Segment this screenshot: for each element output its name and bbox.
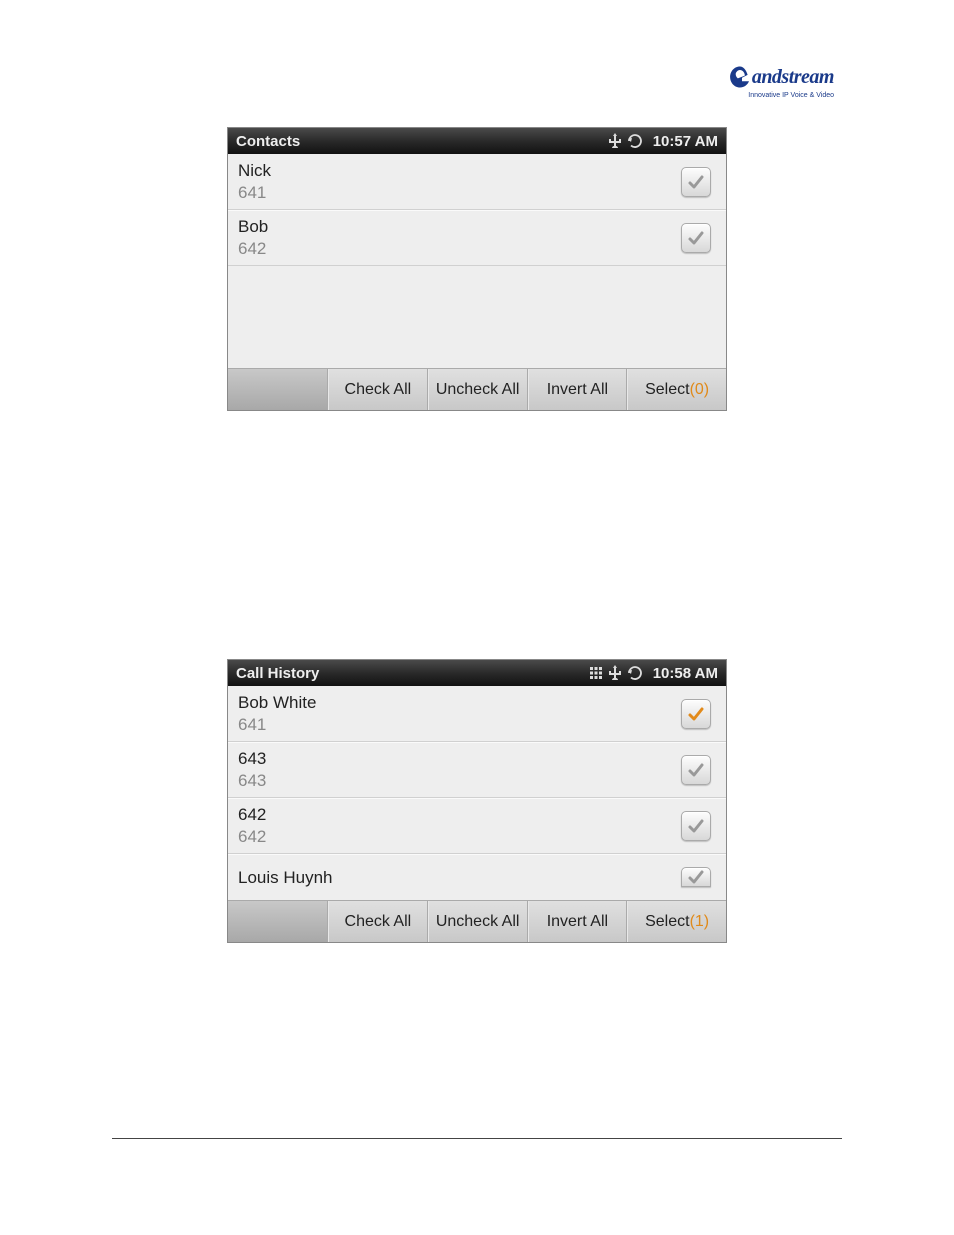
list-item[interactable]: Louis Huynh: [228, 854, 726, 900]
refresh-icon: [627, 665, 643, 681]
call-name: 642: [238, 805, 676, 825]
toolbar-spacer: [228, 901, 328, 942]
status-bar: Contacts 10:57 AM: [228, 128, 726, 154]
check-icon: [686, 228, 706, 248]
select-button[interactable]: Select(1): [627, 901, 726, 942]
list-item[interactable]: Bob 642: [228, 210, 726, 266]
check-icon: [686, 816, 706, 836]
contacts-list[interactable]: Nick 641 Bob 642: [228, 154, 726, 368]
grandstream-logo: andstream Innovative IP Voice & Video: [728, 60, 834, 99]
select-label: Select: [645, 381, 689, 398]
screen-title: Call History: [236, 665, 589, 682]
page-footer-divider: [112, 1138, 842, 1139]
check-icon: [686, 704, 706, 724]
check-all-button[interactable]: Check All: [328, 369, 428, 410]
call-number: 643: [238, 771, 676, 791]
contact-number: 642: [238, 239, 676, 259]
select-button[interactable]: Select(0): [627, 369, 726, 410]
check-icon: [686, 760, 706, 780]
select-count: (0): [690, 381, 710, 398]
call-checkbox[interactable]: [681, 699, 711, 729]
refresh-icon: [627, 133, 643, 149]
select-count: (1): [690, 913, 710, 930]
call-name: 643: [238, 749, 676, 769]
contact-name: Nick: [238, 161, 676, 181]
grandstream-g-icon: [728, 60, 752, 94]
check-icon: [686, 867, 706, 887]
dialpad-icon: [589, 666, 603, 680]
check-all-button[interactable]: Check All: [328, 901, 428, 942]
status-bar: Call History 10:58 AM: [228, 660, 726, 686]
select-label: Select: [645, 913, 689, 930]
call-number: 642: [238, 827, 676, 847]
call-history-screen: Call History 10:58 AM Bob White 641 643 …: [228, 660, 726, 942]
toolbar-spacer: [228, 369, 328, 410]
uncheck-all-button[interactable]: Uncheck All: [428, 901, 528, 942]
contact-checkbox[interactable]: [681, 223, 711, 253]
list-item[interactable]: 642 642: [228, 798, 726, 854]
call-name: Louis Huynh: [238, 868, 676, 888]
bottom-toolbar: Check All Uncheck All Invert All Select(…: [228, 368, 726, 410]
check-icon: [686, 172, 706, 192]
list-item[interactable]: 643 643: [228, 742, 726, 798]
call-checkbox[interactable]: [681, 867, 711, 887]
contact-number: 641: [238, 183, 676, 203]
usb-icon: [609, 133, 621, 149]
status-time: 10:58 AM: [653, 665, 718, 682]
contact-checkbox[interactable]: [681, 167, 711, 197]
usb-icon: [609, 665, 621, 681]
contact-name: Bob: [238, 217, 676, 237]
status-time: 10:57 AM: [653, 133, 718, 150]
invert-all-button[interactable]: Invert All: [528, 901, 628, 942]
list-item[interactable]: Bob White 641: [228, 686, 726, 742]
call-checkbox[interactable]: [681, 755, 711, 785]
call-checkbox[interactable]: [681, 811, 711, 841]
list-item[interactable]: Nick 641: [228, 154, 726, 210]
bottom-toolbar: Check All Uncheck All Invert All Select(…: [228, 900, 726, 942]
contacts-screen: Contacts 10:57 AM Nick 641 Bob 642: [228, 128, 726, 410]
call-number: 641: [238, 715, 676, 735]
logo-brand-text: andstream: [752, 66, 834, 89]
uncheck-all-button[interactable]: Uncheck All: [428, 369, 528, 410]
call-history-list[interactable]: Bob White 641 643 643 642: [228, 686, 726, 900]
screen-title: Contacts: [236, 133, 609, 150]
invert-all-button[interactable]: Invert All: [528, 369, 628, 410]
call-name: Bob White: [238, 693, 676, 713]
